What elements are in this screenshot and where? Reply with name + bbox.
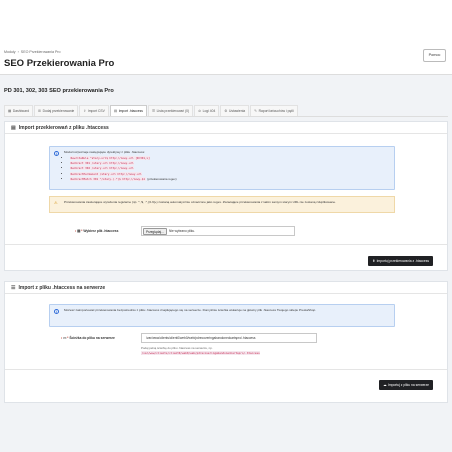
path-label: • ▭ * Ścieżka do pliku na serwerze bbox=[61, 336, 115, 340]
tab-label: Dashboard bbox=[12, 108, 30, 113]
help-button[interactable]: Pomoc bbox=[423, 49, 446, 62]
tab-label: Ustawienia bbox=[229, 108, 246, 113]
browse-button[interactable]: Przeglądaj... bbox=[143, 228, 167, 235]
path-help-text: Podaj pełną ścieżkę do pliku .htaccess n… bbox=[141, 346, 321, 355]
page-title: SEO Przekierowania Pro bbox=[4, 58, 115, 69]
panel-title: Import przekierowań z pliku .htaccess bbox=[18, 124, 109, 131]
tab-label: Raport łańcuchów i pętli bbox=[258, 108, 294, 113]
tab-label: Import CSV bbox=[87, 108, 105, 113]
tab-lista-przekierowa-0[interactable]: ☰ Lista przekierowań (0) bbox=[147, 105, 194, 116]
tab-import-htaccess[interactable]: ▤ Import .htaccess bbox=[109, 105, 147, 116]
info-icon: i bbox=[54, 309, 59, 314]
directive-code: RedirectMatch 301 ^/stary-(.*)$ http://n… bbox=[70, 176, 146, 181]
directive-item: RewriteRule ^stary-url$ http://nowy-url … bbox=[70, 156, 177, 160]
panel-heading: ▤ Import przekierowań z pliku .htaccess bbox=[5, 122, 447, 134]
tab-import-csv[interactable]: ⇪ Import CSV bbox=[79, 105, 109, 116]
file-icon: ▤ bbox=[113, 108, 118, 113]
panel-title: Import z pliku .htaccess na serwerze bbox=[18, 284, 106, 291]
tab-label: Import .htaccess bbox=[118, 108, 143, 113]
warning-alert: ⚠ Przekierowania zawierające wyrażenia r… bbox=[49, 196, 395, 213]
breadcrumb-item-modules[interactable]: Moduły bbox=[4, 50, 16, 54]
directive-item: Redirect 301 /stary-url http://nowy-url bbox=[70, 161, 177, 166]
path-label-text: Ścieżka do pliku na serwerze bbox=[69, 336, 115, 340]
directive-code: Redirect 302 /stary-url http://nowy-url bbox=[70, 166, 135, 171]
list-icon: ☰ bbox=[151, 108, 156, 113]
page-header: Moduły › SEO Przekierowania Pro SEO Przeki… bbox=[0, 0, 452, 72]
directive-note: (przekierowania regex) bbox=[147, 176, 177, 181]
info-icon: i bbox=[54, 151, 59, 156]
directive-item: RedirectMatch 301 ^/stary-(.*)$ http://n… bbox=[70, 176, 177, 181]
breadcrumb: Moduły › SEO Przekierowania Pro bbox=[4, 50, 61, 54]
tab-label: Logi 404 bbox=[202, 108, 216, 113]
gear-icon: ⚙ bbox=[224, 108, 228, 113]
panel-heading: ☰ Import z pliku .htaccess na serwerze bbox=[5, 282, 447, 294]
warning-icon: ⊘ bbox=[198, 108, 202, 113]
directive-code: Redirect 301 /stary-url http://nowy-url bbox=[70, 161, 135, 166]
info-alert: i Moduł rozpoznaje następujące dyrektywy… bbox=[49, 146, 395, 190]
breadcrumb-item-current: SEO Przekierowania Pro bbox=[20, 50, 61, 54]
htaccess-upload-panel: ▤ Import przekierowań z pliku .htaccess … bbox=[4, 121, 448, 271]
add-icon: ⊞ bbox=[38, 108, 42, 113]
directive-code: RewriteRule ^stary-url$ http://nowy-url … bbox=[70, 156, 151, 160]
import-server-button[interactable]: ☁ Importuj z pliku na serwerze bbox=[379, 380, 433, 390]
file-label-icon: ▤ bbox=[77, 229, 81, 233]
required-marker: • bbox=[75, 229, 77, 233]
tab-logi-404[interactable]: ⊘ Logi 404 bbox=[194, 105, 220, 116]
tab-raport-a-cuch-w-i-p-tli[interactable]: ✎ Raport łańcuchów i pętli bbox=[250, 105, 298, 116]
tab-ustawienia[interactable]: ⚙ Ustawienia bbox=[220, 105, 250, 116]
tab-dodaj-przekierowanie[interactable]: ⊞ Dodaj przekierowanie bbox=[34, 105, 79, 116]
file-form-row: • ▤ * Wybierz plik .htaccess Przeglądaj.… bbox=[5, 226, 449, 236]
tab-label: Dodaj przekierowanie bbox=[42, 108, 75, 113]
directive-list: RewriteRule ^stary-url$ http://nowy-url … bbox=[66, 156, 177, 182]
upload-icon: ⬆ bbox=[372, 259, 376, 263]
file-placeholder: Nie wybrano pliku. bbox=[169, 229, 196, 233]
info-alert: i Możesz zaimportować przekierowania bez… bbox=[49, 304, 395, 327]
wrench-icon: ✎ bbox=[254, 108, 258, 113]
server-import-panel: ☰ Import z pliku .htaccess na serwerze i… bbox=[4, 281, 448, 403]
file-icon: ▤ bbox=[11, 124, 16, 131]
tab-bar: ▦ Dashboard ⊞ Dodaj przekierowanie ⇪ Import C… bbox=[4, 105, 448, 117]
cloud-upload-icon: ☁ bbox=[383, 383, 387, 387]
file-label: • ▤ * Wybierz plik .htaccess bbox=[75, 229, 118, 233]
upload-icon: ⇪ bbox=[83, 108, 87, 113]
help-code: /var/www/clients/client0/web0/web/pdreco… bbox=[141, 350, 261, 355]
warning-icon: ⚠ bbox=[54, 200, 58, 205]
server-icon: ☰ bbox=[11, 284, 16, 291]
panel-footer-divider bbox=[5, 244, 447, 245]
directive-code: RedirectPermanent /stary-url http://nowy… bbox=[70, 171, 143, 176]
info-text: Możesz zaimportować przekierowania bezpo… bbox=[64, 308, 317, 312]
server-path-input[interactable]: /var/www/clients/client0/web0/web/pdreco… bbox=[141, 333, 317, 343]
chevron-right-icon: › bbox=[17, 50, 19, 54]
file-input[interactable]: Przeglądaj... Nie wybrano pliku. bbox=[141, 226, 295, 236]
tab-label: Lista przekierowań (0) bbox=[156, 108, 190, 113]
import-server-label: Importuj z pliku na serwerze bbox=[387, 383, 429, 387]
directive-item: RedirectPermanent /stary-url http://nowy… bbox=[70, 171, 177, 176]
import-htaccess-button[interactable]: ⬆ Importuj przekierowania z .htaccess bbox=[368, 256, 433, 266]
required-marker: • bbox=[61, 336, 63, 340]
directive-item: Redirect 302 /stary-url http://nowy-url bbox=[70, 166, 177, 171]
main-content: PD 301, 302, 303 SEO przekierowania Pro … bbox=[0, 75, 452, 452]
panel-footer-divider bbox=[5, 369, 447, 370]
file-label-text: Wybierz plik .htaccess bbox=[83, 229, 119, 233]
help-prefix: Podaj pełną ścieżkę do pliku .htaccess n… bbox=[141, 346, 213, 350]
warning-text: Przekierowania zawierające wyrażenia reg… bbox=[64, 200, 336, 204]
import-htaccess-label: Importuj przekierowania z .htaccess bbox=[376, 259, 429, 263]
tab-dashboard[interactable]: ▦ Dashboard bbox=[4, 105, 34, 116]
dashboard-icon: ▦ bbox=[8, 108, 12, 113]
folder-icon: ▭ bbox=[63, 336, 67, 340]
info-intro: Moduł rozpoznaje następujące dyrektywy z… bbox=[64, 150, 145, 154]
module-title: PD 301, 302, 303 SEO przekierowania Pro bbox=[4, 88, 114, 94]
